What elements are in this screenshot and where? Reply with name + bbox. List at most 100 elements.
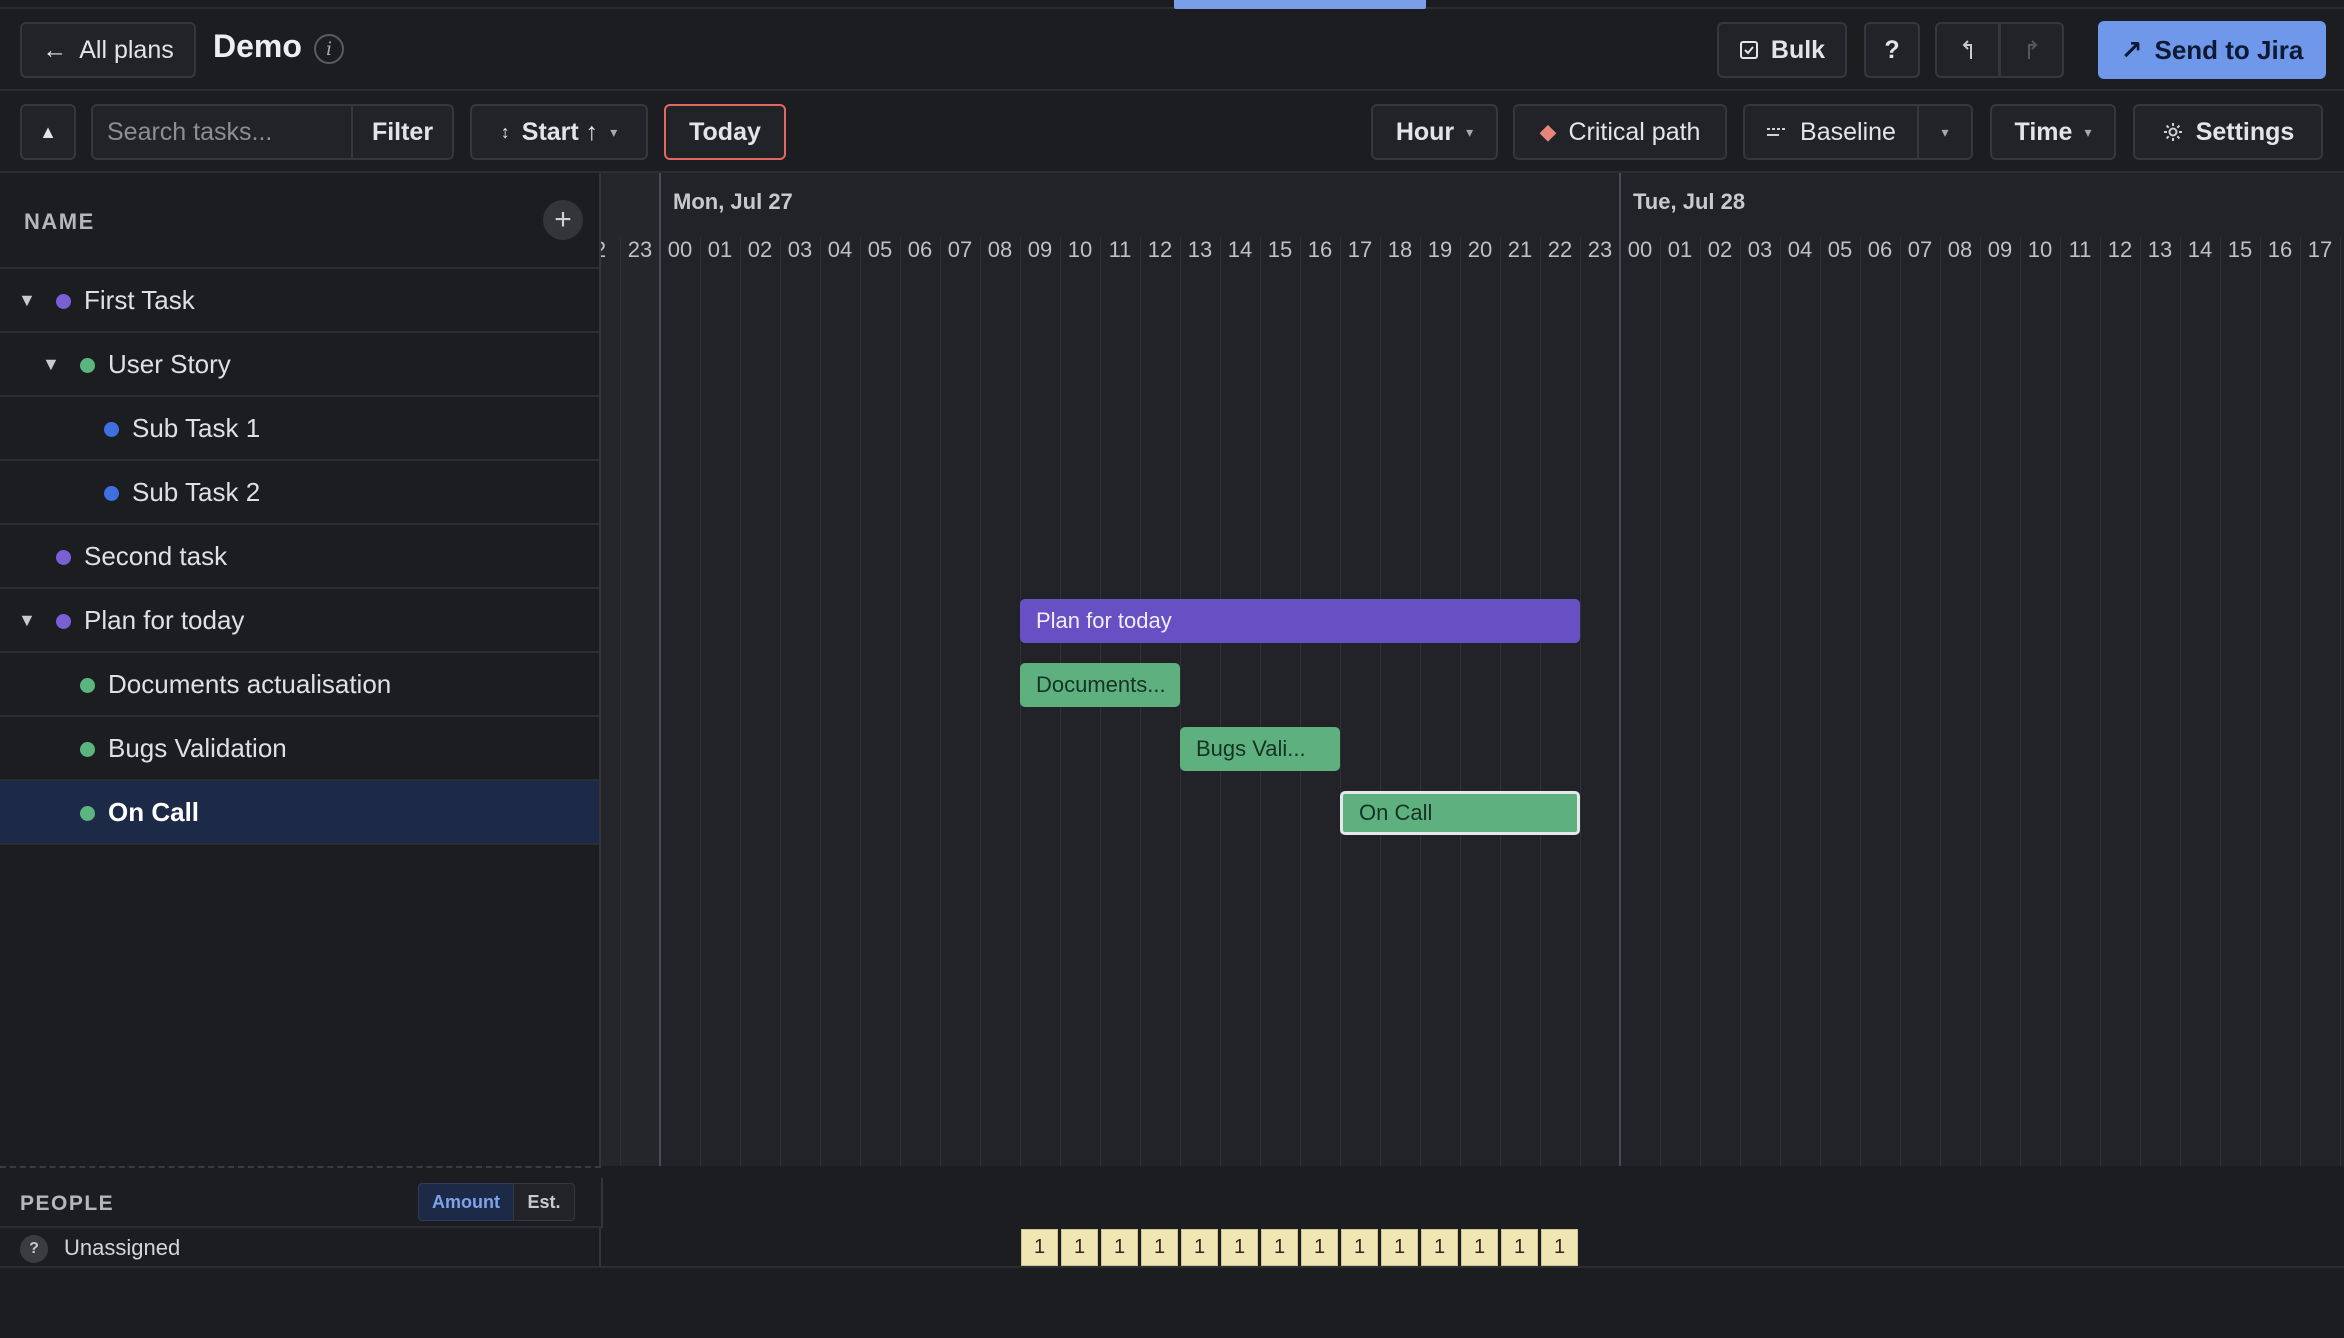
day-label-mon: Mon, Jul 27 [673,189,793,214]
bottom-area [0,1268,2344,1338]
task-row[interactable]: ▼ User Story [0,333,599,397]
redo-button[interactable] [1999,22,2064,78]
hour-label: 13 [2147,237,2173,262]
hour-gridline [1900,237,1901,1166]
hour-label: 01 [707,237,733,262]
today-button[interactable]: Today [664,104,786,160]
capacity-cell: 1 [1221,1229,1258,1266]
task-status-dot [56,294,71,309]
task-row[interactable]: Sub Task 2 [0,461,599,525]
capacity-cell: 1 [1261,1229,1298,1266]
expand-toggle-icon[interactable]: ▼ [18,610,36,631]
hour-label: 01 [1667,237,1693,262]
task-name: On Call [108,796,200,827]
task-name: Second task [84,540,228,571]
add-task-button[interactable]: + [543,200,583,240]
time-scale-dropdown[interactable]: Hour ▾ [1371,104,1498,160]
hour-label: 04 [827,237,853,262]
hour-gridline [1980,237,1981,1166]
day-boundary-line [659,173,661,1166]
task-bar[interactable]: Bugs Vali... [1180,727,1340,771]
hour-gridline [2340,237,2341,1166]
name-column-header: NAME + [0,173,599,269]
all-plans-button[interactable]: ← All plans [20,22,196,78]
undo-button[interactable] [1935,22,2000,78]
capacity-cell: 1 [1341,1229,1378,1266]
hour-label: 17 [2307,237,2333,262]
capacity-cell: 1 [1541,1229,1578,1266]
hour-label: 13 [1187,237,1213,262]
capacity-cell: 1 [1141,1229,1178,1266]
hour-gridline [820,237,821,1166]
diamond-icon: ◆ [1539,119,1557,144]
gantt-timeline[interactable]: Mon, Jul 27 Tue, Jul 28 2 23 00 01 02 03 04 05 0… [601,173,2344,1166]
time-dropdown[interactable]: Time ▾ [1990,104,2116,160]
hour-label: 05 [867,237,893,262]
hour-gridline [860,237,861,1166]
hour-label: 23 [627,237,653,262]
hour-gridline [1180,237,1181,1166]
baseline-menu-button[interactable]: ▾ [1917,104,1973,160]
hour-gridline [2060,237,2061,1166]
hour-label: 03 [1747,237,1773,262]
capacity-cell: 1 [1021,1229,1058,1266]
task-row[interactable]: ▼ First Task [0,269,599,333]
capacity-cell: 1 [1101,1229,1138,1266]
task-bar[interactable]: Plan for today [1020,599,1580,643]
search-input[interactable] [93,106,351,158]
search-box [91,104,353,160]
hour-gridline [1700,237,1701,1166]
hour-gridline [1580,237,1581,1166]
baseline-icon [1767,128,1788,136]
task-name: Documents actualisation [108,668,392,699]
hour-gridline [1460,237,1461,1166]
info-icon[interactable]: i [314,34,344,64]
loading-progress-strip [1174,0,1426,9]
task-row[interactable]: On Call [0,781,599,845]
filter-button[interactable]: Filter [351,104,454,160]
task-row[interactable]: ▼ Plan for today [0,589,599,653]
critical-path-toggle[interactable]: ◆ Critical path [1513,104,1727,160]
task-bar[interactable]: On Call [1340,791,1580,835]
help-button[interactable]: ? [1864,22,1920,78]
hour-gridline [1940,237,1941,1166]
sort-button[interactable]: ↕ Start ↑ ▾ [470,104,648,160]
amount-toggle[interactable]: Amount [418,1183,514,1221]
task-name: Bugs Validation [108,732,287,763]
send-to-jira-button[interactable]: ↗ Send to Jira [2098,21,2326,79]
hour-label: 00 [1627,237,1653,262]
caret-down-icon: ▾ [1466,123,1474,140]
hour-label: 06 [1867,237,1893,262]
hour-label: 17 [1347,237,1373,262]
bulk-button[interactable]: Bulk [1717,22,1847,78]
expand-toggle-icon[interactable]: ▼ [42,354,60,375]
hour-label: 02 [747,237,773,262]
task-status-dot [104,486,119,501]
hour-gridline [2300,237,2301,1166]
hour-label: 04 [1787,237,1813,262]
hour-label: 16 [1307,237,1333,262]
estimate-toggle[interactable]: Est. [513,1183,575,1221]
task-bar[interactable]: Documents... [1020,663,1180,707]
expand-toggle-icon[interactable]: ▼ [18,290,36,311]
capacity-cell: 1 [1181,1229,1218,1266]
hour-gridline [900,237,901,1166]
hour-label: 10 [1067,237,1093,262]
task-row[interactable]: Documents actualisation [0,653,599,717]
task-row[interactable]: Bugs Validation [0,717,599,781]
hour-gridline [780,237,781,1166]
name-column-label: NAME [24,209,95,234]
top-border [0,0,2344,9]
hour-gridline [1380,237,1381,1166]
capacity-cell: 1 [1501,1229,1538,1266]
baseline-button[interactable]: Baseline [1743,104,1919,160]
collapse-all-button[interactable]: ▲ [20,104,76,160]
task-row[interactable]: Second task [0,525,599,589]
hour-label: 09 [1987,237,2013,262]
hour-gridline [1300,237,1301,1166]
day-label-tue: Tue, Jul 28 [1633,189,1746,214]
settings-button[interactable]: Settings [2133,104,2323,160]
hour-label: 16 [2267,237,2293,262]
hour-label: 00 [667,237,693,262]
task-row[interactable]: Sub Task 1 [0,397,599,461]
